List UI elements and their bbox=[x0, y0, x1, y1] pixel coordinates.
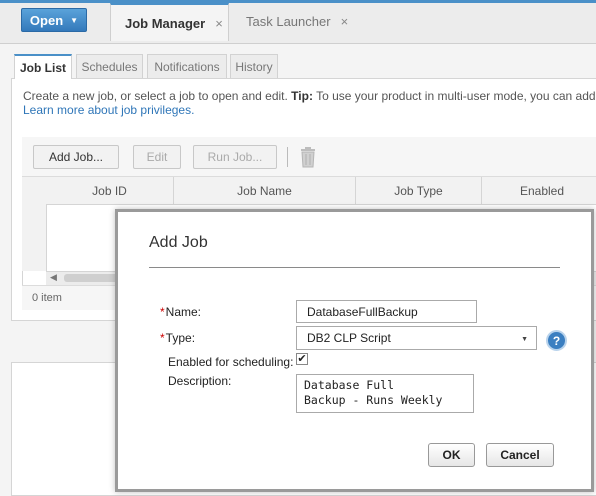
subtab-notifications[interactable]: Notifications bbox=[147, 54, 227, 78]
cancel-button[interactable]: Cancel bbox=[486, 443, 554, 467]
name-label: *Name: bbox=[160, 305, 201, 319]
ok-button[interactable]: OK bbox=[428, 443, 475, 467]
privileges-link[interactable]: Learn more about job privileges. bbox=[23, 103, 194, 117]
chevron-down-icon: ▼ bbox=[521, 336, 528, 343]
tip-text: To use your product in multi-user mode, … bbox=[312, 89, 596, 103]
type-label-text: Type: bbox=[165, 331, 196, 345]
required-marker: * bbox=[160, 305, 165, 319]
chevron-down-icon: ▼ bbox=[70, 15, 79, 25]
name-label-text: Name: bbox=[165, 305, 202, 319]
description-label: Description: bbox=[168, 374, 232, 388]
row-selector-gutter bbox=[22, 177, 47, 271]
type-select[interactable]: DB2 CLP Script ▼ bbox=[296, 326, 537, 350]
column-header-job-name[interactable]: Job Name bbox=[174, 177, 356, 205]
open-menu-button[interactable]: Open ▼ bbox=[21, 8, 87, 32]
enabled-checkbox[interactable]: ✔ bbox=[296, 353, 308, 365]
toolbar-divider bbox=[287, 147, 288, 167]
dialog-title: Add Job bbox=[149, 234, 208, 251]
subtab-schedules[interactable]: Schedules bbox=[76, 54, 143, 78]
scroll-left-icon[interactable]: ◀ bbox=[50, 272, 57, 283]
tab-label: Task Launcher bbox=[246, 14, 331, 29]
close-icon[interactable]: × bbox=[341, 14, 349, 29]
dialog-divider bbox=[149, 267, 560, 268]
subtab-history[interactable]: History bbox=[230, 54, 278, 78]
name-input[interactable]: DatabaseFullBackup bbox=[296, 300, 477, 323]
tab-task-launcher[interactable]: Task Launcher × bbox=[232, 3, 356, 40]
description-textarea[interactable]: Database Full Backup - Runs Weekly bbox=[296, 374, 474, 413]
column-header-enabled[interactable]: Enabled bbox=[482, 177, 596, 205]
item-count: 0 item bbox=[32, 292, 62, 304]
column-header-job-id[interactable]: Job ID bbox=[46, 177, 174, 205]
edit-button[interactable]: Edit bbox=[133, 145, 181, 169]
column-header-job-type[interactable]: Job Type bbox=[356, 177, 482, 205]
trash-icon[interactable] bbox=[299, 146, 317, 168]
intro-text: Create a new job, or select a job to ope… bbox=[23, 89, 596, 117]
tab-job-manager[interactable]: Job Manager × bbox=[110, 3, 229, 41]
open-label: Open bbox=[29, 12, 64, 28]
help-icon[interactable]: ? bbox=[546, 330, 567, 351]
add-job-button[interactable]: Add Job... bbox=[33, 145, 119, 169]
run-job-button[interactable]: Run Job... bbox=[193, 145, 277, 169]
intro-main: Create a new job, or select a job to ope… bbox=[23, 89, 292, 103]
enabled-label: Enabled for scheduling: bbox=[168, 355, 294, 369]
tab-label: Job Manager bbox=[125, 15, 206, 31]
close-icon[interactable]: × bbox=[215, 16, 223, 31]
table-header: Job ID Job Name Job Type Enabled bbox=[46, 177, 596, 205]
required-marker: * bbox=[160, 331, 165, 345]
grid-toolbar: Add Job... Edit Run Job... bbox=[22, 137, 596, 177]
type-label: *Type: bbox=[160, 331, 195, 345]
subtab-job-list[interactable]: Job List bbox=[14, 54, 72, 79]
tip-label: Tip: bbox=[291, 89, 313, 103]
type-select-value: DB2 CLP Script bbox=[307, 331, 391, 345]
